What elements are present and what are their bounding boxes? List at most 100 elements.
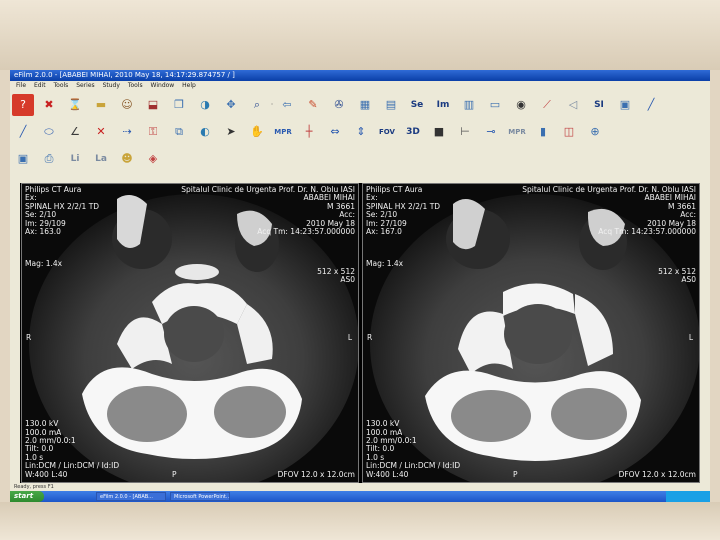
flip-vertical-icon[interactable]: ⇕ xyxy=(350,121,372,143)
mpr-2-button[interactable]: MPR xyxy=(506,121,528,143)
pane-right-magnification: Mag: 1.4x xyxy=(366,259,404,268)
menu-help[interactable]: Help xyxy=(182,82,196,89)
info-line: M 3661 xyxy=(327,201,355,211)
info-line: M 3661 xyxy=(668,201,696,211)
arrow-left-icon[interactable]: ⇦ xyxy=(276,94,298,116)
pane-left-dfov: DFOV 12.0 x 12.0cm xyxy=(277,469,355,479)
image-pane-left[interactable]: Philips CT Aura Ex: SPINAL HX 2/2/1 TD S… xyxy=(21,183,359,483)
tile-layout-icon[interactable]: ▤ xyxy=(380,94,402,116)
edit-icon[interactable]: ✎ xyxy=(302,94,324,116)
save-icon[interactable]: ▣ xyxy=(12,148,34,170)
burn-cd-icon[interactable]: ◈ xyxy=(142,148,164,170)
pane-left-magnification: Mag: 1.4x xyxy=(25,259,63,268)
pane-right-top-left-info: Philips CT Aura Ex: SPINAL HX 2/2/1 TD S… xyxy=(366,185,440,237)
info-line: W:400 L:40 xyxy=(25,469,68,479)
menu-tools-2[interactable]: Tools xyxy=(128,82,143,89)
menu-file[interactable]: File xyxy=(16,82,26,89)
slide-frame-left xyxy=(0,70,10,502)
ruler-icon[interactable]: ⟋ xyxy=(536,94,558,116)
key-image-icon[interactable]: ⚿ xyxy=(142,121,164,143)
eye-icon[interactable]: ◉ xyxy=(510,94,532,116)
hand-icon[interactable]: ✋ xyxy=(246,121,268,143)
pane-right-orientation-right: R xyxy=(367,333,373,342)
toolbar-row-2: ╱ ⬭ ∠ ✕ ⇢ ⚿ ⧉ ◐ ➤ ✋ MPR ┼ ⇔ ⇕ FOV 3D ■ ⊢… xyxy=(10,118,710,145)
measure-line-icon[interactable]: ╱ xyxy=(12,121,34,143)
series-layout-button[interactable]: Se xyxy=(406,94,428,116)
magnify-icon[interactable]: ⊕ xyxy=(584,121,606,143)
link-button[interactable]: Li xyxy=(64,148,86,170)
pane-left-orientation-posterior: P xyxy=(172,469,177,479)
patient-icon[interactable]: ☺ xyxy=(116,94,138,116)
start-button[interactable]: start xyxy=(10,491,44,502)
prev-series-icon[interactable]: ◁ xyxy=(562,94,584,116)
probe-icon[interactable]: ⊸ xyxy=(480,121,502,143)
report-icon[interactable]: ▥ xyxy=(458,94,480,116)
menu-tools[interactable]: Tools xyxy=(54,82,69,89)
layout-windows-icon[interactable]: ❐ xyxy=(168,94,190,116)
taskbar: start eFilm 2.0.0 - [ABAB... Microsoft P… xyxy=(10,491,710,502)
ellipse-roi-icon[interactable]: ⬭ xyxy=(38,121,60,143)
window-level-icon[interactable]: ◑ xyxy=(194,94,216,116)
print-icon[interactable]: ⎙ xyxy=(38,148,60,170)
arrow-annotation-icon[interactable]: ⇢ xyxy=(116,121,138,143)
pane-left-bottom-left-info: 130.0 kV 100.0 mA 2.0 mm/0.0:1 Tilt: 0.0… xyxy=(25,419,119,479)
histogram-icon[interactable]: ▮ xyxy=(532,121,554,143)
pointer-icon[interactable]: ➤ xyxy=(220,121,242,143)
cine-icon[interactable]: ▣ xyxy=(614,94,636,116)
image-layout-button[interactable]: Im xyxy=(432,94,454,116)
status-bar: Ready, press F1 xyxy=(10,483,710,491)
line-tool-icon[interactable]: ╱ xyxy=(640,94,662,116)
layout-button[interactable]: La xyxy=(90,148,112,170)
pane-right-orientation-left: L xyxy=(688,333,693,342)
desktop-screen: eFilm 2.0.0 - [ABABEI MIHAI, 2010 May 18… xyxy=(10,70,710,502)
shutter-icon[interactable]: ■ xyxy=(428,121,450,143)
menu-window[interactable]: Window xyxy=(151,82,175,89)
crosshair-icon[interactable]: ┼ xyxy=(298,121,320,143)
menu-bar: File Edit Tools Series Study Tools Windo… xyxy=(10,81,710,90)
taskbar-item-powerpoint[interactable]: Microsoft PowerPoint... xyxy=(170,492,230,501)
zoom-icon[interactable]: ⌕ xyxy=(246,94,268,116)
close-icon[interactable]: ✖ xyxy=(38,94,60,116)
export-icon[interactable]: ⬓ xyxy=(142,94,164,116)
menu-edit[interactable]: Edit xyxy=(34,82,46,89)
menu-study[interactable]: Study xyxy=(103,82,120,89)
image-viewer[interactable]: Philips CT Aura Ex: SPINAL HX 2/2/1 TD S… xyxy=(20,183,700,483)
film-icon[interactable]: ✇ xyxy=(328,94,350,116)
pane-left-orientation-right: R xyxy=(26,333,32,342)
copy-icon[interactable]: ⧉ xyxy=(168,121,190,143)
angle-icon[interactable]: ∠ xyxy=(64,121,86,143)
pane-right-top-right-info: Spitalul Clinic de Urgenta Prof. Dr. N. … xyxy=(522,185,696,237)
open-folder-icon[interactable]: ▬ xyxy=(90,94,112,116)
anonymize-icon[interactable]: ☻ xyxy=(116,148,138,170)
grid-layout-icon[interactable]: ▦ xyxy=(354,94,376,116)
info-line: Acq Tm: 14:23:57.000000 xyxy=(257,227,355,237)
toolbar-row-1: ? ✖ ⌛ ▬ ☺ ⬓ ❐ ◑ ✥ ⌕ · ⇦ ✎ ✇ ▦ ▤ Se Im ▥ … xyxy=(10,91,710,118)
next-series-button[interactable]: SI xyxy=(588,94,610,116)
pane-right-dfov: DFOV 12.0 x 12.0cm xyxy=(618,469,696,479)
menu-series[interactable]: Series xyxy=(76,82,94,89)
help-icon[interactable]: ? xyxy=(12,93,34,116)
invert-icon[interactable]: ◐ xyxy=(194,121,216,143)
pane-left-top-right-info: Spitalul Clinic de Urgenta Prof. Dr. N. … xyxy=(181,185,355,237)
slide-frame-right xyxy=(710,70,720,502)
flip-horizontal-icon[interactable]: ⇔ xyxy=(324,121,346,143)
image-pane-right[interactable]: Philips CT Aura Ex: SPINAL HX 2/2/1 TD S… xyxy=(362,183,700,483)
hourglass-icon[interactable]: ⌛ xyxy=(64,94,86,116)
info-line: Acq Tm: 14:23:57.000000 xyxy=(598,227,696,237)
pan-icon[interactable]: ✥ xyxy=(220,94,242,116)
info-line: W:400 L:40 xyxy=(366,469,409,479)
pane-left-top-left-info: Philips CT Aura Ex: SPINAL HX 2/2/1 TD S… xyxy=(25,185,99,236)
axis-icon[interactable]: ⊢ xyxy=(454,121,476,143)
filter-icon[interactable]: ◫ xyxy=(558,121,580,143)
mpr-button[interactable]: MPR xyxy=(272,121,294,143)
info-line: Ax: 167.0 xyxy=(366,227,402,237)
pane-right-orientation-posterior: P xyxy=(513,469,518,479)
fov-button[interactable]: FOV xyxy=(376,121,398,143)
window-titlebar[interactable]: eFilm 2.0.0 - [ABABEI MIHAI, 2010 May 18… xyxy=(10,70,710,81)
taskbar-item-efilm[interactable]: eFilm 2.0.0 - [ABAB... xyxy=(96,492,166,501)
pane-right-bottom-left-info: 130.0 kV 100.0 mA 2.0 mm/0.0:1 Tilt: 0.0… xyxy=(366,419,460,479)
3d-button[interactable]: 3D xyxy=(402,121,424,143)
notes-icon[interactable]: ▭ xyxy=(484,94,506,116)
delete-annotation-icon[interactable]: ✕ xyxy=(90,121,112,143)
system-tray xyxy=(666,491,710,502)
